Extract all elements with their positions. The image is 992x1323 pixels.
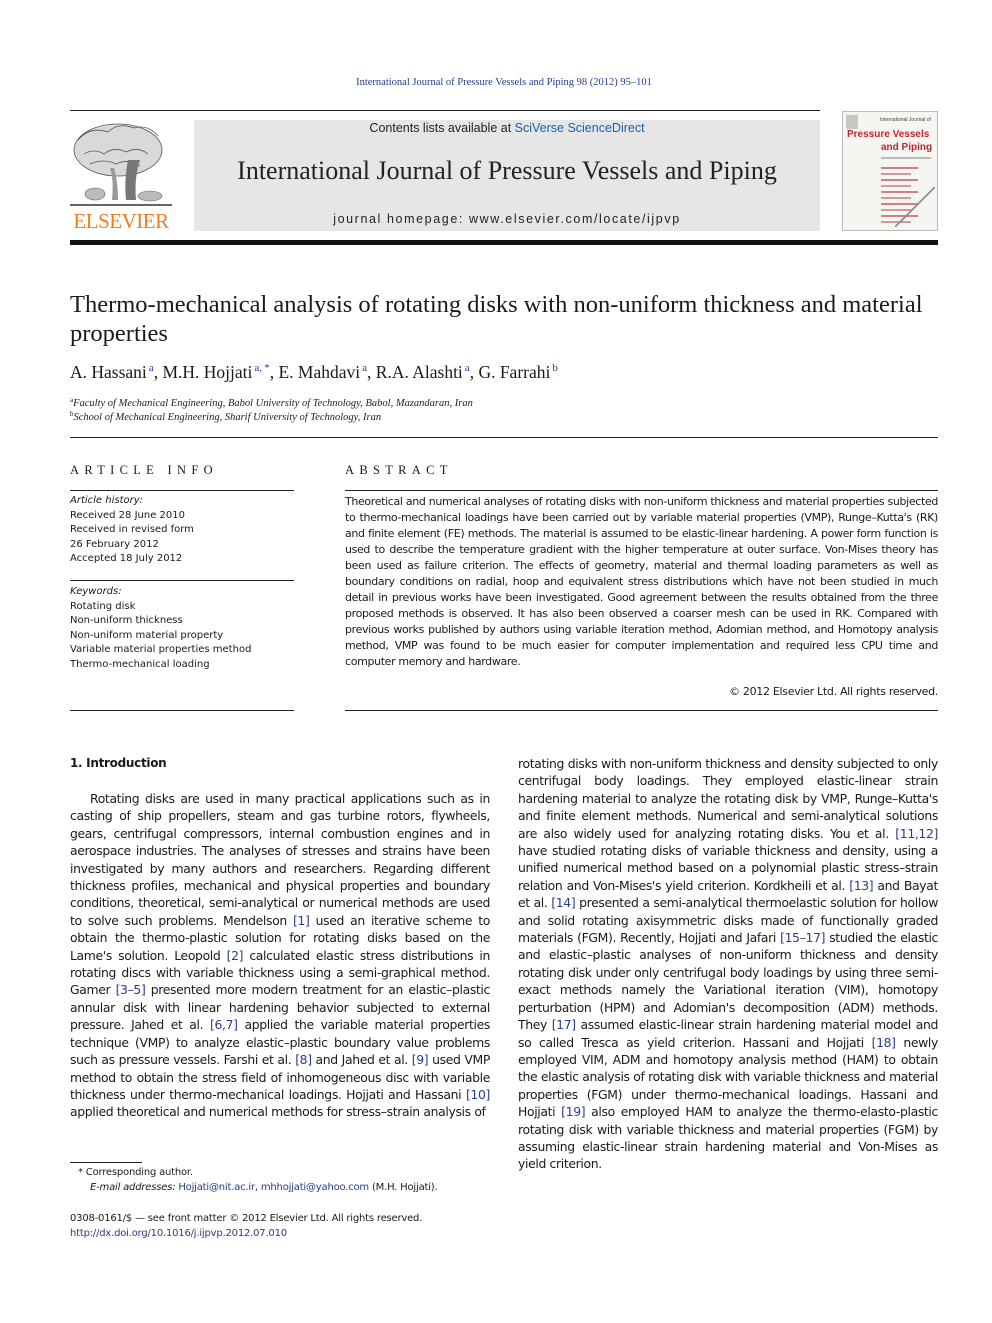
keyword-item: Thermo-mechanical loading (70, 658, 210, 670)
citation-link[interactable]: [10] (466, 1087, 490, 1102)
journal-name: International Journal of Pressure Vessel… (237, 156, 777, 185)
author-list: A. Hassani a, M.H. Hojjati a, *, E. Mahdav… (70, 362, 558, 382)
cover-editor-line (881, 157, 931, 159)
citation-link[interactable]: [6,7] (210, 1017, 238, 1032)
article-history: Article history: Received 28 June 2010 R… (70, 494, 294, 567)
journal-banner: Contents lists available at SciVerse Sci… (194, 120, 820, 231)
body-text: Rotating disks are used in many practica… (70, 791, 490, 928)
corresponding-author-note: * Corresponding author. (78, 1165, 193, 1180)
citation-link[interactable]: [14] (551, 895, 575, 910)
masthead-thick-rule (70, 240, 938, 245)
issn-line: 0308-0161/$ — see front matter © 2012 El… (70, 1213, 423, 1224)
abstract-text: Theoretical and numerical analyses of ro… (345, 495, 938, 668)
citation-link[interactable]: [19] (561, 1104, 585, 1119)
email-link-2[interactable]: mhhojjati@yahoo.com (261, 1182, 369, 1193)
footnote-rule (70, 1162, 142, 1163)
citation-link[interactable]: [11,12] (895, 826, 938, 841)
history-item: Accepted 18 July 2012 (70, 553, 183, 564)
footnote-star: * (78, 1167, 83, 1178)
running-head[interactable]: International Journal of Pressure Vessel… (0, 77, 992, 88)
author-affiliation-mark[interactable]: a (362, 362, 367, 374)
intro-left-column: Rotating disks are used in many practica… (70, 790, 490, 1121)
cover-diagonal-stripe (895, 187, 935, 227)
body-text: rotating disks with non-uniform thicknes… (518, 756, 938, 841)
abstract-bottom-rule (345, 710, 938, 711)
citation-link[interactable]: [17] (552, 1017, 576, 1032)
author-affiliation-mark[interactable]: a (149, 362, 154, 374)
citation-link[interactable]: [15–17] (780, 930, 825, 945)
tree-icon (70, 123, 172, 206)
citation-link[interactable]: [8] (295, 1052, 312, 1067)
article-info-heading: ARTICLE INFO (70, 463, 218, 477)
intro-right-column: rotating disks with non-uniform thicknes… (518, 755, 938, 1173)
journal-cover-thumbnail[interactable]: International Journal of Pressure Vessel… (842, 111, 938, 231)
email-owner: (M.H. Hojjati). (368, 1182, 438, 1193)
abstract-heading: ABSTRACT (345, 463, 453, 477)
article-title: Thermo-mechanical analysis of rotating d… (70, 291, 923, 347)
sciencedirect-link[interactable]: SciVerse ScienceDirect (515, 121, 645, 135)
citation-link[interactable]: [9] (412, 1052, 429, 1067)
keyword-item: Non-uniform material property (70, 629, 224, 641)
keyword-item: Non-uniform thickness (70, 615, 183, 626)
keyword-item: Variable material properties method (70, 644, 252, 655)
keywords: Keywords: Rotating disk Non-uniform thic… (70, 585, 294, 672)
citation-link[interactable]: [1] (293, 913, 310, 928)
author-affiliation-mark[interactable]: b (552, 362, 558, 374)
cover-publisher-logo-icon (846, 115, 858, 129)
body-text: applied theoretical and numerical method… (70, 1104, 486, 1120)
body-text: and Jahed et al. (311, 1052, 412, 1068)
affiliation-text: School of Mechanical Engineering, Sharif… (73, 412, 382, 423)
keywords-label: Keywords: (70, 586, 122, 597)
citation-link[interactable]: [13] (849, 878, 873, 893)
history-item: Received 28 June 2010 (70, 509, 185, 521)
history-item: Received in revised form (70, 524, 194, 535)
author-name[interactable]: A. Hassani (70, 362, 147, 382)
citation-link[interactable]: [18] (872, 1035, 896, 1050)
cover-small-title: International Journal of (880, 117, 931, 123)
keywords-rule (70, 580, 294, 581)
header-rule (70, 110, 820, 111)
journal-homepage-link[interactable]: journal homepage: www.elsevier.com/locat… (194, 212, 820, 226)
author-name[interactable]: G. Farrahi (478, 362, 550, 382)
doi-link[interactable]: http://dx.doi.org/10.1016/j.ijpvp.2012.0… (70, 1227, 422, 1242)
affiliation-b: bSchool of Mechanical Engineering, Shari… (70, 410, 381, 423)
contents-prefix: Contents lists available at (369, 121, 515, 135)
article-info-rule (70, 490, 294, 491)
author-affiliation-mark[interactable]: a (465, 362, 470, 374)
citation-link[interactable]: [3–5] (116, 982, 146, 997)
history-item: 26 February 2012 (70, 538, 159, 550)
front-matter-rule (70, 437, 938, 438)
keyword-item: Rotating disk (70, 600, 136, 612)
cover-title-line1: Pressure Vessels (847, 129, 930, 140)
contents-line: Contents lists available at SciVerse Sci… (194, 121, 820, 135)
affiliation-a: aFaculty of Mechanical Engineering, Babo… (70, 396, 473, 409)
front-matter-info: 0308-0161/$ — see front matter © 2012 El… (70, 1212, 422, 1241)
elsevier-logo[interactable]: ELSEVIER (70, 120, 172, 232)
author-name[interactable]: E. Mahdavi (278, 362, 360, 382)
abstract-copyright: © 2012 Elsevier Ltd. All rights reserved… (729, 685, 938, 698)
cover-title-line2: and Piping (881, 142, 933, 153)
citation-link[interactable]: [2] (227, 948, 244, 963)
article-info-bottom-rule (70, 710, 294, 711)
section-heading-introduction: 1. Introduction (70, 756, 167, 770)
publisher-wordmark: ELSEVIER (73, 209, 169, 233)
email-label: E-mail addresses: (90, 1182, 176, 1193)
abstract-rule (345, 490, 938, 491)
email-link-1[interactable]: Hojjati@nit.ac.ir (178, 1182, 255, 1193)
author-name[interactable]: R.A. Alashti (376, 362, 463, 382)
corresponding-author-label: Corresponding author. (85, 1167, 193, 1178)
author-affiliation-mark[interactable]: a, * (254, 362, 269, 374)
affiliation-text: Faculty of Mechanical Engineering, Babol… (73, 398, 473, 409)
article-history-label: Article history: (70, 495, 144, 506)
email-addresses: E-mail addresses: Hojjati@nit.ac.ir, mhh… (90, 1180, 438, 1195)
author-name[interactable]: M.H. Hojjati (162, 362, 252, 382)
